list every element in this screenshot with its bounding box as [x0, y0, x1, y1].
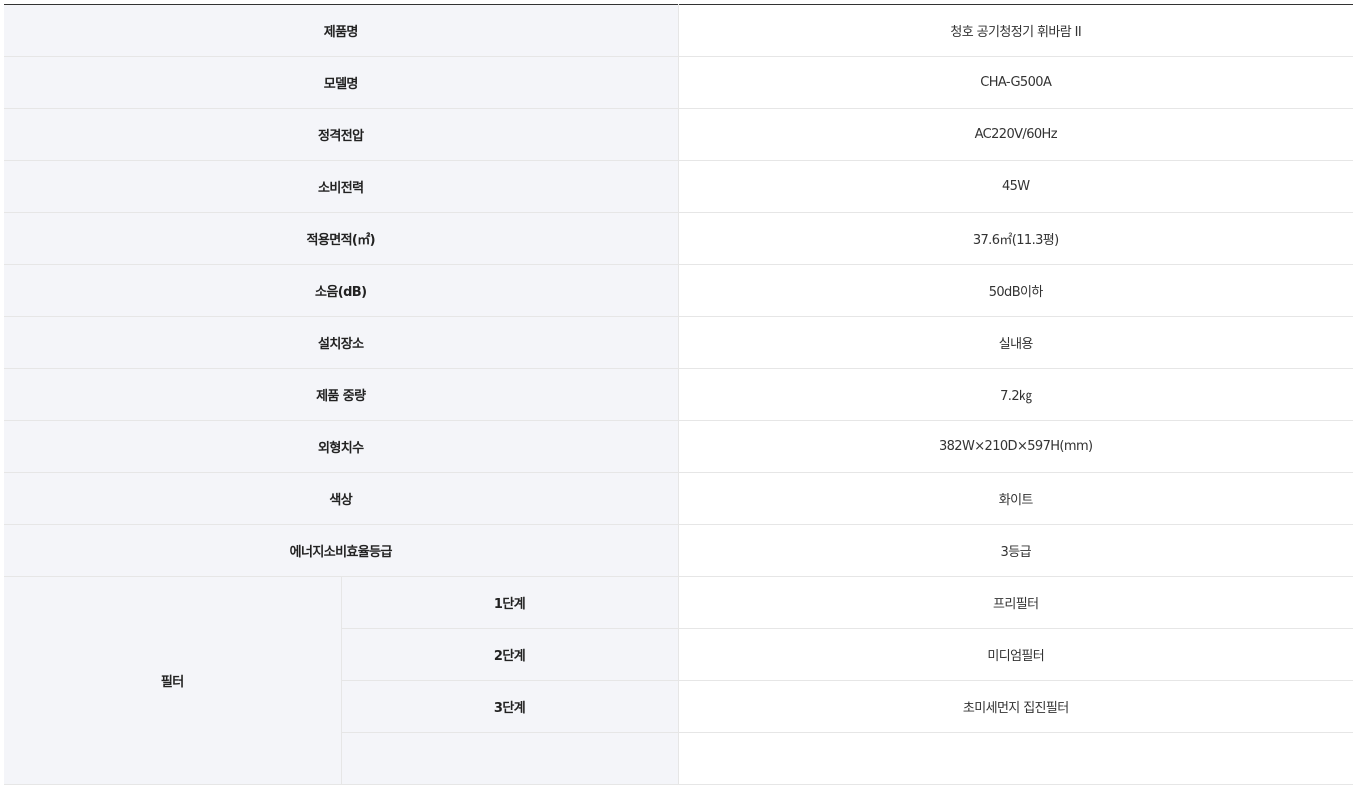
spec-label: 제품명 — [4, 4, 679, 57]
spec-label: 소음(dB) — [4, 264, 679, 317]
spec-value: 45W — [678, 160, 1353, 213]
spec-value: 실내용 — [678, 316, 1353, 369]
spec-label: 외형치수 — [4, 420, 679, 473]
spec-row-energy-grade: 에너지소비효율등급 3등급 — [4, 524, 1353, 577]
filter-stage-value: 초미세먼지 집진필터 — [678, 680, 1353, 733]
spec-row-color: 색상 화이트 — [4, 472, 1353, 525]
spec-value: 청호 공기청정기 휘바람 II — [678, 4, 1353, 57]
spec-value: AC220V/60Hz — [678, 108, 1353, 161]
spec-value: 7.2㎏ — [678, 368, 1353, 421]
spec-value: CHA-G500A — [678, 56, 1353, 109]
spec-row-power-consumption: 소비전력 45W — [4, 160, 1353, 213]
filter-stage-value: 프리필터 — [678, 576, 1353, 629]
spec-row-coverage-area: 적용면적(㎡) 37.6㎡(11.3평) — [4, 212, 1353, 265]
spec-row-product-weight: 제품 중량 7.2㎏ — [4, 368, 1353, 421]
spec-row-installation-place: 설치장소 실내용 — [4, 316, 1353, 369]
spec-label: 색상 — [4, 472, 679, 525]
spec-label: 모델명 — [4, 56, 679, 109]
spec-label: 정격전압 — [4, 108, 679, 161]
spec-row-filter-stage-1: 필터 1단계 프리필터 — [4, 576, 1353, 785]
spec-row-noise: 소음(dB) 50dB이하 — [4, 264, 1353, 317]
product-spec-table: 제품명 청호 공기청정기 휘바람 II 모델명 CHA-G500A 정격전압 A… — [4, 4, 1353, 785]
filter-stage-label: 2단계 — [341, 628, 679, 681]
spec-label: 소비전력 — [4, 160, 679, 213]
filter-stage-value: 미디엄필터 — [678, 628, 1353, 681]
spec-value: 50dB이하 — [678, 264, 1353, 317]
spec-row-rated-voltage: 정격전압 AC220V/60Hz — [4, 108, 1353, 161]
spec-value: 화이트 — [678, 472, 1353, 525]
filter-stage-label: 3단계 — [341, 680, 679, 733]
spec-label: 제품 중량 — [4, 368, 679, 421]
filter-stage-value-cut-off — [678, 732, 1353, 785]
spec-row-product-name: 제품명 청호 공기청정기 휘바람 II — [4, 4, 1353, 57]
filter-stage-label-cut-off — [341, 732, 679, 785]
spec-label: 에너지소비효율등급 — [4, 524, 679, 577]
spec-row-model-name: 모델명 CHA-G500A — [4, 56, 1353, 109]
filter-stage-label: 1단계 — [341, 576, 679, 629]
spec-value: 3등급 — [678, 524, 1353, 577]
spec-label: 적용면적(㎡) — [4, 212, 679, 265]
spec-label: 설치장소 — [4, 316, 679, 369]
spec-row-dimensions: 외형치수 382W×210D×597H(mm) — [4, 420, 1353, 473]
spec-value: 37.6㎡(11.3평) — [678, 212, 1353, 265]
spec-value: 382W×210D×597H(mm) — [678, 420, 1353, 473]
filter-group-label: 필터 — [4, 576, 342, 785]
